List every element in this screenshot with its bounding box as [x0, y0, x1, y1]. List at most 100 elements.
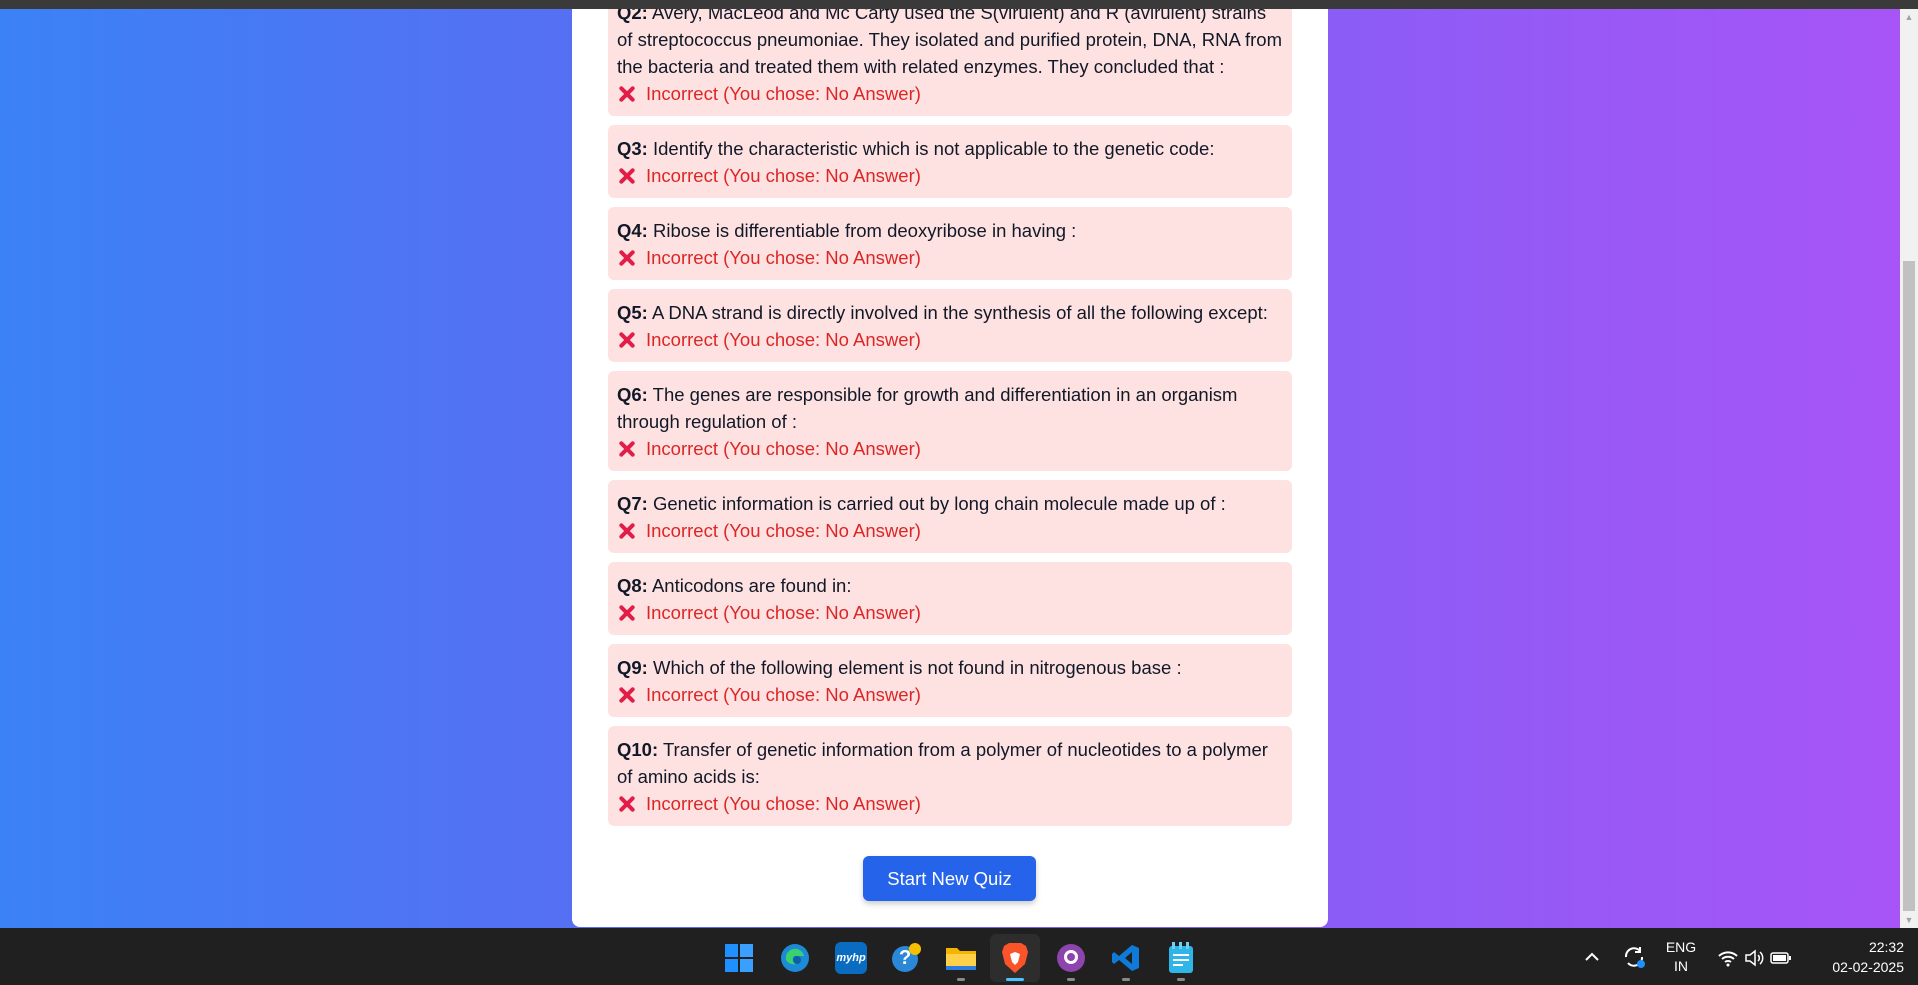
- windows-taskbar: myhp ? ENG IN 22:32 02-02-2025: [0, 928, 1918, 985]
- question-text: Anticodons are found in:: [647, 575, 852, 596]
- scroll-down-arrow-icon[interactable]: ▼: [1900, 912, 1918, 928]
- question-result-item: Q10: Transfer of genetic information fro…: [608, 726, 1292, 826]
- question-text: The genes are responsible for growth and…: [617, 384, 1238, 432]
- question-number: Q8:: [617, 575, 648, 596]
- active-indicator: [1006, 978, 1024, 981]
- language-code: ENG: [1665, 939, 1697, 955]
- result-text: Incorrect (You chose: No Answer): [646, 329, 921, 350]
- vertical-scrollbar[interactable]: ▲ ▼: [1900, 9, 1918, 928]
- running-indicator: [1067, 978, 1075, 981]
- region-code: IN: [1674, 958, 1688, 974]
- cross-mark-icon: [617, 521, 637, 541]
- question-number: Q7:: [617, 493, 648, 514]
- cross-mark-icon: [617, 794, 637, 814]
- question-text: A DNA strand is directly involved in the…: [647, 302, 1268, 323]
- scrollbar-thumb[interactable]: [1903, 261, 1915, 911]
- question-result: Incorrect (You chose: No Answer): [617, 162, 1283, 189]
- question-text-line: Q8: Anticodons are found in:: [617, 572, 1283, 599]
- sync-icon[interactable]: [1618, 941, 1650, 973]
- question-result-item: Q9: Which of the following element is no…: [608, 644, 1292, 717]
- cross-mark-icon: [617, 439, 637, 459]
- question-text-line: Q2: Avery, MacLeod and Mc Carty used the…: [617, 9, 1283, 80]
- question-number: Q3:: [617, 138, 648, 159]
- clock-date: 02-02-2025: [1832, 959, 1904, 975]
- question-result-item: Q4: Ribose is differentiable from deoxyr…: [608, 207, 1292, 280]
- question-text-line: Q6: The genes are responsible for growth…: [617, 381, 1283, 435]
- question-number: Q2:: [617, 9, 648, 23]
- myhp-icon[interactable]: myhp: [835, 942, 867, 974]
- clock-time: 22:32: [1868, 939, 1904, 955]
- help-icon[interactable]: ?: [890, 942, 922, 974]
- result-text: Incorrect (You chose: No Answer): [646, 165, 921, 186]
- scroll-up-arrow-icon[interactable]: ▲: [1900, 9, 1918, 25]
- question-result-item: Q2: Avery, MacLeod and Mc Carty used the…: [608, 9, 1292, 116]
- question-results-list: Q2: Avery, MacLeod and Mc Carty used the…: [608, 9, 1292, 835]
- system-clock[interactable]: 22:32 02-02-2025: [1812, 937, 1904, 977]
- question-result-item: Q3: Identify the characteristic which is…: [608, 125, 1292, 198]
- page-viewport: Q2: Avery, MacLeod and Mc Carty used the…: [0, 9, 1900, 928]
- result-text: Incorrect (You chose: No Answer): [646, 602, 921, 623]
- question-number: Q5:: [617, 302, 648, 323]
- cross-mark-icon: [617, 330, 637, 350]
- cross-mark-icon: [617, 603, 637, 623]
- result-text: Incorrect (You chose: No Answer): [646, 520, 921, 541]
- file-explorer-icon[interactable]: [945, 942, 977, 974]
- result-text: Incorrect (You chose: No Answer): [646, 438, 921, 459]
- help-question-mark: ?: [899, 947, 912, 969]
- result-text: Incorrect (You chose: No Answer): [646, 684, 921, 705]
- running-indicator: [1177, 978, 1185, 981]
- question-text-line: Q9: Which of the following element is no…: [617, 654, 1283, 681]
- running-indicator: [1122, 978, 1130, 981]
- quiz-results-card: Q2: Avery, MacLeod and Mc Carty used the…: [572, 9, 1328, 927]
- question-text: Genetic information is carried out by lo…: [647, 493, 1226, 514]
- start-new-quiz-button[interactable]: Start New Quiz: [863, 856, 1036, 901]
- question-number: Q10:: [617, 739, 659, 760]
- question-result-item: Q5: A DNA strand is directly involved in…: [608, 289, 1292, 362]
- browser-top-edge: [0, 0, 1918, 9]
- running-indicator: [957, 978, 965, 981]
- question-number: Q9:: [617, 657, 648, 678]
- question-result: Incorrect (You chose: No Answer): [617, 681, 1283, 708]
- edge-icon[interactable]: [779, 942, 811, 974]
- question-text: Avery, MacLeod and Mc Carty used the S(v…: [617, 9, 1282, 77]
- myhp-label: myhp: [836, 952, 866, 964]
- question-text-line: Q7: Genetic information is carried out b…: [617, 490, 1283, 517]
- question-result: Incorrect (You chose: No Answer): [617, 244, 1283, 271]
- question-result-item: Q8: Anticodons are found in: Incorrect (…: [608, 562, 1292, 635]
- cross-mark-icon: [617, 84, 637, 104]
- volume-icon[interactable]: [1741, 942, 1769, 974]
- question-result: Incorrect (You chose: No Answer): [617, 435, 1283, 462]
- question-text: Which of the following element is not fo…: [647, 657, 1182, 678]
- question-result: Incorrect (You chose: No Answer): [617, 599, 1283, 626]
- question-result: Incorrect (You chose: No Answer): [617, 80, 1283, 107]
- vscode-icon[interactable]: [1110, 942, 1142, 974]
- question-text-line: Q3: Identify the characteristic which is…: [617, 135, 1283, 162]
- question-text: Ribose is differentiable from deoxyribos…: [647, 220, 1077, 241]
- windows-start-icon[interactable]: [723, 942, 755, 974]
- result-text: Incorrect (You chose: No Answer): [646, 83, 921, 104]
- result-text: Incorrect (You chose: No Answer): [646, 247, 921, 268]
- question-number: Q6:: [617, 384, 648, 405]
- language-indicator[interactable]: ENG IN: [1660, 938, 1702, 976]
- question-text-line: Q4: Ribose is differentiable from deoxyr…: [617, 217, 1283, 244]
- question-result-item: Q6: The genes are responsible for growth…: [608, 371, 1292, 471]
- result-text: Incorrect (You chose: No Answer): [646, 793, 921, 814]
- question-result: Incorrect (You chose: No Answer): [617, 326, 1283, 353]
- question-result: Incorrect (You chose: No Answer): [617, 517, 1283, 544]
- question-text-line: Q10: Transfer of genetic information fro…: [617, 736, 1283, 790]
- question-number: Q4:: [617, 220, 648, 241]
- notepad-icon[interactable]: [1165, 942, 1197, 974]
- show-hidden-icons-chevron-icon[interactable]: [1577, 942, 1607, 972]
- cross-mark-icon: [617, 166, 637, 186]
- cross-mark-icon: [617, 685, 637, 705]
- wifi-icon[interactable]: [1714, 942, 1742, 974]
- github-desktop-icon[interactable]: [1055, 942, 1087, 974]
- question-result: Incorrect (You chose: No Answer): [617, 790, 1283, 817]
- question-result-item: Q7: Genetic information is carried out b…: [608, 480, 1292, 553]
- question-text: Identify the characteristic which is not…: [647, 138, 1215, 159]
- question-text-line: Q5: A DNA strand is directly involved in…: [617, 299, 1283, 326]
- cross-mark-icon: [617, 248, 637, 268]
- question-text: Transfer of genetic information from a p…: [617, 739, 1268, 787]
- battery-icon[interactable]: [1767, 942, 1795, 974]
- brave-icon[interactable]: [999, 942, 1031, 974]
